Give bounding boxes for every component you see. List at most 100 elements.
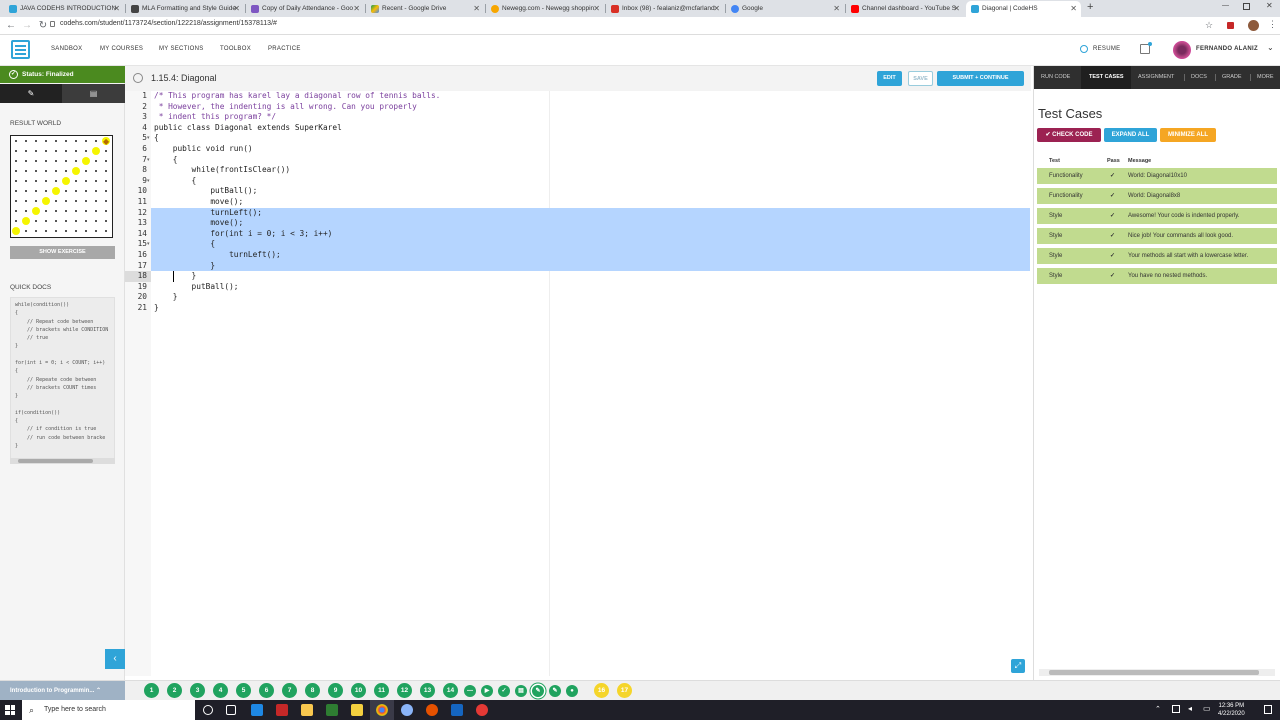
file-explorer-icon[interactable] [301, 704, 313, 716]
taskbar-search-input[interactable]: ⌕ Type here to search [22, 700, 195, 720]
close-icon[interactable]: ✕ [593, 1, 600, 17]
close-icon[interactable]: ✕ [713, 1, 720, 17]
course-item-doc-icon[interactable]: ▤ [515, 685, 527, 697]
quick-docs-scrollbar[interactable] [10, 458, 115, 464]
code-line[interactable]: move(); [154, 218, 243, 229]
profile-avatar-icon[interactable] [1248, 20, 1259, 31]
codehs-logo-icon[interactable] [11, 40, 30, 59]
test-case-row[interactable]: Functionality ✓ World: Diagonal8x8 [1037, 188, 1277, 204]
course-item-circle-icon[interactable]: ● [566, 685, 578, 697]
test-case-row[interactable]: Functionality ✓ World: Diagonal10x10 [1037, 168, 1277, 184]
course-step-button[interactable]: 10 [351, 683, 366, 698]
browser-tab[interactable]: Copy of Daily Attendance - Goo ✕ [246, 1, 364, 17]
edit-button[interactable]: EDIT [877, 71, 902, 86]
cortana-icon[interactable] [203, 705, 213, 715]
bookmark-star-icon[interactable]: ☆ [1205, 20, 1213, 31]
code-line[interactable]: putBall(); [154, 282, 239, 293]
app-icon[interactable] [276, 704, 288, 716]
course-step-button[interactable]: 7 [282, 683, 297, 698]
code-line[interactable]: { [154, 155, 178, 166]
chrome-icon[interactable] [376, 704, 388, 716]
course-item-pencil-icon[interactable]: ✎ [549, 685, 561, 697]
extension-icon[interactable] [1227, 22, 1234, 29]
code-line[interactable]: /* This program has karel lay a diagonal… [154, 91, 440, 102]
nav-practice[interactable]: PRACTICE [268, 46, 301, 52]
expand-all-button[interactable]: EXPAND ALL [1104, 128, 1157, 142]
browser-tab[interactable]: Google ✕ [726, 1, 844, 17]
code-line[interactable]: } [154, 261, 215, 272]
code-line[interactable]: } [154, 271, 197, 282]
course-item-pencil-icon[interactable]: ✎ [532, 685, 544, 697]
browser-tab[interactable]: Recent - Google Drive ✕ [366, 1, 484, 17]
collapse-sidebar-icon[interactable]: ‹ [105, 649, 125, 669]
tab-more[interactable]: MORE [1257, 74, 1274, 80]
course-name[interactable]: Introduction to Programmin... ⌃ [0, 681, 125, 701]
code-line[interactable]: for(int i = 0; i < 3; i++) [154, 229, 332, 240]
code-line[interactable]: putBall(); [154, 186, 257, 197]
avatar[interactable] [1173, 41, 1191, 59]
tab-docs-icon[interactable]: ▤ [62, 84, 125, 103]
history-clock-icon[interactable] [133, 73, 143, 83]
course-step-button[interactable]: 8 [305, 683, 320, 698]
chevron-down-icon[interactable]: ⌄ [1267, 43, 1274, 52]
code-line[interactable]: { [154, 176, 197, 187]
resume-button[interactable]: RESUME [1093, 46, 1120, 52]
code-line[interactable]: } [154, 292, 178, 303]
browser-tab[interactable]: MLA Formatting and Style Guide ✕ [126, 1, 244, 17]
fold-arrow-icon[interactable]: ▾ [147, 176, 150, 187]
word-icon[interactable] [451, 704, 463, 716]
reload-icon[interactable]: ↻ [37, 19, 49, 33]
close-icon[interactable]: ✕ [473, 1, 480, 17]
tab-world-icon[interactable]: ✎ [0, 84, 62, 103]
course-step-button[interactable]: 14 [443, 683, 458, 698]
maximize-window-icon[interactable] [1243, 3, 1250, 10]
fold-arrow-icon[interactable]: ▾ [147, 155, 150, 166]
tab-run-code[interactable]: RUN CODE [1041, 74, 1070, 80]
code-line[interactable]: public void run() [154, 144, 253, 155]
forward-arrow-icon[interactable]: → [21, 19, 33, 33]
code-line[interactable]: turnLeft(); [154, 208, 262, 219]
browser-tab[interactable]: Channel dashboard - YouTube S ✕ [846, 1, 964, 17]
close-icon[interactable]: ✕ [1070, 1, 1077, 17]
fold-arrow-icon[interactable]: ▾ [147, 133, 150, 144]
volume-icon[interactable]: ◂ [1188, 704, 1192, 713]
browser-tab-active[interactable]: Diagonal | CodeHS ✕ [966, 1, 1081, 17]
code-line[interactable]: { [154, 133, 159, 144]
nav-sandbox[interactable]: SANDBOX [51, 46, 82, 52]
course-step-button[interactable]: 12 [397, 683, 412, 698]
course-step-button[interactable]: 1 [144, 683, 159, 698]
task-view-icon[interactable] [226, 705, 236, 715]
save-button[interactable]: SAVE [908, 71, 933, 86]
battery-icon[interactable]: ▭ [1203, 704, 1211, 713]
test-case-row[interactable]: Style ✓ Your methods all start with a lowe… [1037, 248, 1277, 264]
notification-icon[interactable] [1264, 705, 1272, 714]
app-icon[interactable] [426, 704, 438, 716]
nav-my-sections[interactable]: MY SECTIONS [159, 46, 204, 52]
test-case-row[interactable]: Style ✓ Awesome! Your code is indented pro… [1037, 208, 1277, 224]
user-name[interactable]: FERNANDO ALANIZ [1196, 46, 1258, 52]
code-line[interactable]: while(frontIsClear()) [154, 165, 291, 176]
course-step-button[interactable]: 9 [328, 683, 343, 698]
course-step-button[interactable]: 5 [236, 683, 251, 698]
course-step-button[interactable]: 3 [190, 683, 205, 698]
nav-toolbox[interactable]: TOOLBOX [220, 46, 251, 52]
app-icon[interactable] [351, 704, 363, 716]
tray-chevron-icon[interactable]: ⌃ [1155, 705, 1161, 713]
course-item-check-icon[interactable]: ✓ [498, 685, 510, 697]
code-line[interactable]: * indent this program? */ [154, 112, 276, 123]
code-line[interactable]: } [154, 303, 159, 314]
close-icon[interactable]: ✕ [233, 1, 240, 17]
tab-assignment[interactable]: ASSIGNMENT [1138, 74, 1174, 80]
browser-tab[interactable]: Newegg.com - Newegg shoppin ✕ [486, 1, 604, 17]
new-tab-icon[interactable]: + [1087, 1, 1093, 13]
fullscreen-expand-icon[interactable]: ⤢ [1011, 659, 1025, 673]
tab-test-cases[interactable]: TEST CASES [1089, 74, 1124, 80]
course-step-button[interactable]: 11 [374, 683, 389, 698]
course-step-button[interactable]: 2 [167, 683, 182, 698]
right-panel-scrollbar[interactable] [1039, 669, 1275, 676]
taskbar-clock[interactable]: 12:36 PM 4/22/2020 [1218, 702, 1245, 718]
course-step-button[interactable]: 17 [617, 683, 632, 698]
edge-icon[interactable] [251, 704, 263, 716]
test-case-row[interactable]: Style ✓ Nice job! Your commands all look g… [1037, 228, 1277, 244]
tab-docs[interactable]: DOCS [1191, 74, 1207, 80]
